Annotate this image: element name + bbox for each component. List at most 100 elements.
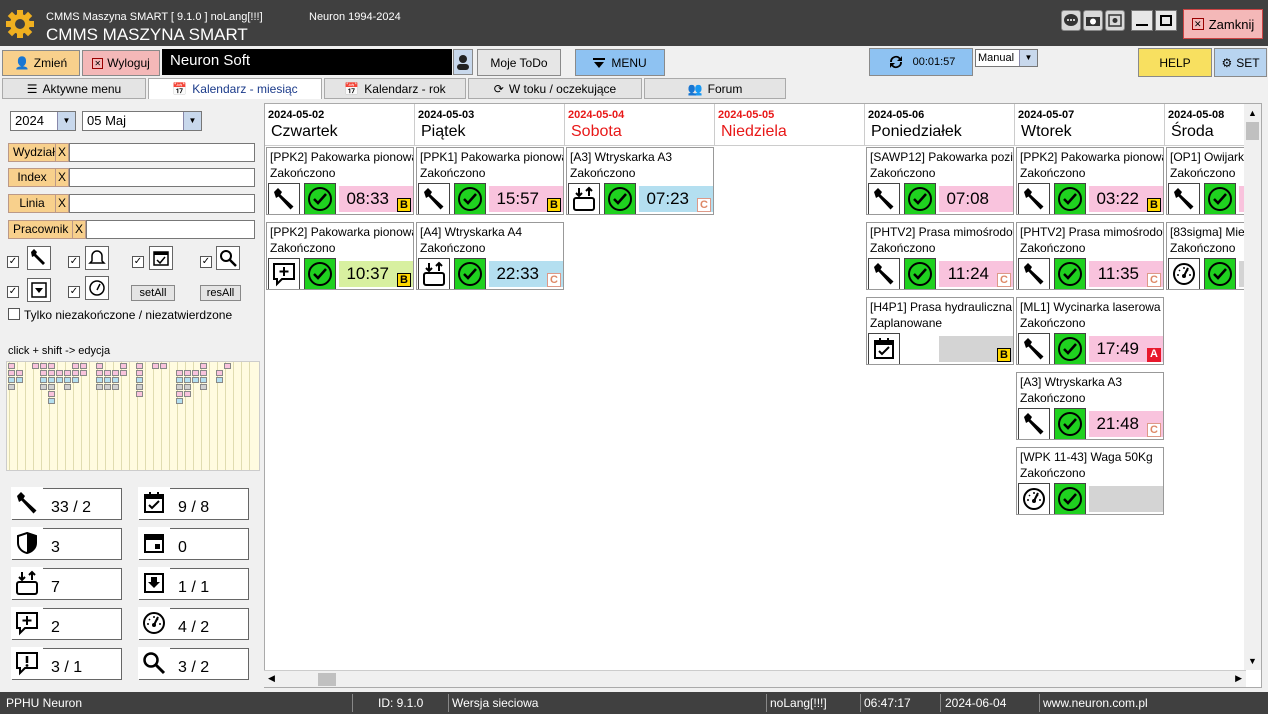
maximize-icon[interactable] <box>1155 10 1177 31</box>
event-card[interactable]: [PPK1] Pakowarka pionowa Zakończono 15:57 B <box>416 147 564 215</box>
tab-in-progress[interactable]: ⟳ W toku / oczekujące <box>468 78 642 99</box>
event-card[interactable]: [A4] Wtryskarka A4 Zakończono 22:33 C <box>416 222 564 290</box>
change-user-button[interactable]: 👤 Zmień <box>2 50 80 76</box>
stat-box[interactable]: 3 / 2 <box>138 647 249 680</box>
event-card[interactable]: [WPK 11-43] Waga 50Kg Zakończono <box>1016 447 1164 515</box>
priority-badge: B <box>547 198 561 212</box>
tab-calendar-year[interactable]: 📅 Kalendarz - rok <box>324 78 466 99</box>
event-card[interactable]: [PPK2] Pakowarka pionowa Zakończono 03:22 B <box>1016 147 1164 215</box>
event-card[interactable]: [SAWP12] Pakowarka pozioma Zakończono07:0… <box>866 147 1014 215</box>
day-header[interactable]: 2024-05-07 Wtorek <box>1015 104 1165 146</box>
horizontal-scrollbar[interactable]: ◀ ▶ <box>264 670 1246 687</box>
event-status: Zakończono <box>1020 166 1086 180</box>
event-card[interactable]: [PHTV2] Prasa mimośrodowa Zakończono 11:24… <box>866 222 1014 290</box>
priority-badge: C <box>997 273 1011 287</box>
mini-calendar[interactable] <box>6 361 260 471</box>
close-button[interactable]: ✕ Zamknij <box>1183 9 1263 39</box>
camera-icon[interactable] <box>1083 10 1103 31</box>
horizontal-scroll-thumb[interactable] <box>318 673 336 686</box>
chat-icon[interactable] <box>1061 10 1081 31</box>
filter-department-clear[interactable]: X <box>55 143 69 162</box>
stat-box[interactable]: 33 / 2 <box>11 487 122 520</box>
filter-line-input[interactable] <box>69 194 255 213</box>
tab-active-menu[interactable]: ☰ Aktywne menu <box>2 78 146 99</box>
checkbox-alarm[interactable]: ✓ <box>68 256 80 268</box>
chevron-down-icon: ▼ <box>183 112 201 130</box>
users-icon: 👥 <box>687 81 703 96</box>
tab-calendar-month[interactable]: 📅 Kalendarz - miesiąc <box>148 78 322 99</box>
help-button[interactable]: HELP <box>1138 48 1212 77</box>
event-title: [PPK2] Pakowarka pionowa <box>270 150 414 164</box>
day-name: Sobota <box>571 123 622 140</box>
event-card[interactable]: [PPK2] Pakowarka pionowa Zakończono 08:33 B <box>266 147 414 215</box>
user-name-display: Neuron Soft <box>162 49 452 75</box>
checkbox-only-unfinished[interactable] <box>8 308 20 320</box>
my-todo-button[interactable]: Moje ToDo <box>477 49 561 76</box>
event-card[interactable]: [PHTV2] Prasa mimośrodowa Zakończono 11:35… <box>1016 222 1164 290</box>
day-name: Wtorek <box>1021 123 1072 140</box>
only-unfinished-label: Tylko niezakończone / niezatwierdzone <box>24 308 233 322</box>
filter-index-input[interactable] <box>69 168 255 187</box>
vertical-scroll-thumb[interactable] <box>1246 122 1259 140</box>
stat-box[interactable]: 2 <box>11 607 122 640</box>
filter-worker-input[interactable] <box>86 220 255 239</box>
event-card[interactable]: [A3] Wtryskarka A3 Zakończono 07:23 C <box>566 147 714 215</box>
event-card[interactable]: [H4P1] Prasa hydrauliczna Zaplanowane B <box>866 297 1014 365</box>
user-profile-icon[interactable] <box>453 49 473 75</box>
wrench-icon <box>1018 258 1050 289</box>
checkbox-gauge[interactable]: ✓ <box>68 286 80 298</box>
minimize-icon[interactable] <box>1131 10 1153 31</box>
day-name: Czwartek <box>271 123 338 140</box>
filter-line-clear[interactable]: X <box>55 194 69 213</box>
checkbox-calendar-check[interactable]: ✓ <box>132 256 144 268</box>
event-status: Zakończono <box>870 166 936 180</box>
month-select[interactable]: 05 Maj ▼ <box>82 111 202 131</box>
year-select[interactable]: 2024 ▼ <box>10 111 76 131</box>
user-icon: 👤 <box>14 56 30 70</box>
settings-button[interactable]: ⚙ SET <box>1214 48 1267 77</box>
checkbox-wrench[interactable]: ✓ <box>7 256 19 268</box>
tab-forum[interactable]: 👥 Forum <box>644 78 786 99</box>
stat-value: 7 <box>51 579 60 596</box>
day-header[interactable]: 2024-05-03 Piątek <box>415 104 565 146</box>
stat-box[interactable]: 9 / 8 <box>138 487 249 520</box>
logout-button[interactable]: ✕ Wyloguj <box>82 50 160 76</box>
stat-box[interactable]: 4 / 2 <box>138 607 249 640</box>
day-header[interactable]: 2024-05-05 Niedziela <box>715 104 865 146</box>
checkbox-search[interactable]: ✓ <box>200 256 212 268</box>
event-card[interactable]: [PPK2] Pakowarka pionowa Zakończono 10:37 B <box>266 222 414 290</box>
check-circle-icon <box>904 183 936 214</box>
checkbox-inbox[interactable]: ✓ <box>7 286 19 298</box>
event-title: [A3] Wtryskarka A3 <box>570 150 673 164</box>
title-bar: CMMS Maszyna SMART [ 9.1.0 ] noLang[!!!]… <box>0 0 1268 46</box>
reset-all-button[interactable]: resAll <box>200 285 241 301</box>
screenshot-icon[interactable] <box>1105 10 1125 31</box>
filter-department-input[interactable] <box>69 143 255 162</box>
priority-badge: B <box>397 273 411 287</box>
mode-select[interactable]: Manual ▼ <box>975 49 1038 67</box>
stat-box[interactable]: 1 / 1 <box>138 567 249 600</box>
stat-box[interactable]: 7 <box>11 567 122 600</box>
priority-badge: B <box>397 198 411 212</box>
set-all-button[interactable]: setAll <box>131 285 175 301</box>
event-card[interactable]: [A3] Wtryskarka A3 Zakończono 21:48 C <box>1016 372 1164 440</box>
wrench-icon <box>868 258 900 289</box>
status-url[interactable]: www.neuron.com.pl <box>1043 696 1148 710</box>
filter-index-clear[interactable]: X <box>55 168 69 187</box>
day-header[interactable]: 2024-05-02 Czwartek <box>265 104 415 146</box>
wrench-icon <box>1018 408 1050 439</box>
shield-icon <box>11 527 43 559</box>
day-header[interactable]: 2024-05-06 Poniedziałek <box>865 104 1015 146</box>
stat-value: 4 / 2 <box>178 619 210 636</box>
chevron-right-icon: ▶ <box>1235 673 1242 683</box>
stat-box[interactable]: 3 / 1 <box>11 647 122 680</box>
stat-box[interactable]: 0 <box>138 527 249 560</box>
vertical-scrollbar[interactable]: ▲ ▼ <box>1244 104 1261 670</box>
day-header[interactable]: 2024-05-04 Sobota <box>565 104 715 146</box>
stat-box[interactable]: 3 <box>11 527 122 560</box>
status-company: PPHU Neuron <box>6 696 83 710</box>
timer-button[interactable]: 00:01:57 <box>869 48 973 76</box>
filter-worker-clear[interactable]: X <box>72 220 86 239</box>
menu-button[interactable]: MENU <box>575 49 665 76</box>
event-card[interactable]: [ML1] Wycinarka laserowa Zakończono 17:49 A <box>1016 297 1164 365</box>
